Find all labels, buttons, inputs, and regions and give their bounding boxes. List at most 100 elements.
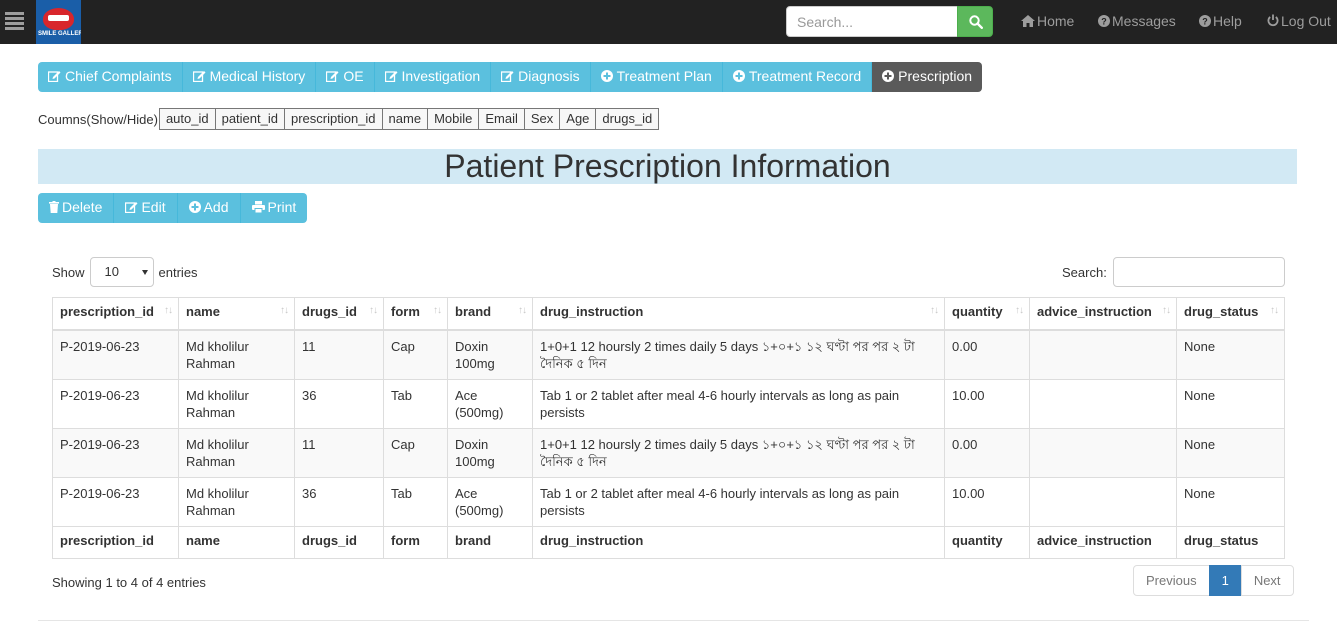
column-header[interactable]: brand ↑↓ xyxy=(447,297,533,331)
sort-icon: ↑↓ xyxy=(930,305,939,316)
toggle-email[interactable]: Email xyxy=(478,108,525,130)
toggle-name[interactable]: name xyxy=(381,108,429,130)
table-search-label: Search: xyxy=(1062,264,1107,280)
column-header[interactable]: name ↑↓ xyxy=(178,297,295,331)
next-page-button[interactable]: Next xyxy=(1240,565,1294,596)
column-header[interactable]: drug_instruction ↑↓ xyxy=(532,297,945,331)
column-footer: name xyxy=(178,525,295,559)
tab-investigation[interactable]: Investigation xyxy=(374,62,492,92)
column-header-label: quantity xyxy=(952,304,1003,319)
column-footer: advice_instruction xyxy=(1029,525,1177,559)
toggle-patient-id[interactable]: patient_id xyxy=(214,108,285,130)
search-button[interactable] xyxy=(957,6,993,37)
table-cell: 11 xyxy=(294,427,384,478)
table-cell: None xyxy=(1176,378,1285,429)
column-header-label: drug_status xyxy=(1184,304,1259,319)
tab-chief-complaints[interactable]: Chief Complaints xyxy=(38,62,183,92)
table-cell: Md kholilur Rahman xyxy=(178,329,295,380)
tab-label: OE xyxy=(343,68,364,84)
table-cell: Tab 1 or 2 tablet after meal 4-6 hourly … xyxy=(532,378,945,429)
table-search-input[interactable] xyxy=(1112,257,1285,287)
table-cell: None xyxy=(1176,476,1285,527)
table-cell: P-2019-06-23 xyxy=(52,329,179,380)
column-header-label: drugs_id xyxy=(302,304,357,319)
sort-icon: ↑↓ xyxy=(1015,305,1024,316)
column-header-label: form xyxy=(391,304,420,319)
table-cell xyxy=(1029,476,1177,527)
menu-list-icon[interactable] xyxy=(5,12,24,32)
search-icon xyxy=(969,15,983,29)
home-icon xyxy=(1021,15,1035,27)
column-header-label: drug_instruction xyxy=(540,304,644,319)
toggle-drugs-id[interactable]: drugs_id xyxy=(595,108,660,130)
tab-prescription[interactable]: Prescription xyxy=(872,62,983,92)
toggle-age[interactable]: Age xyxy=(559,108,597,130)
toggle-sex[interactable]: Sex xyxy=(523,108,561,130)
edit-icon xyxy=(47,71,61,83)
print-icon xyxy=(251,201,265,214)
divider xyxy=(38,620,1309,621)
tab-label: Treatment Plan xyxy=(616,68,712,84)
plus-circle-icon xyxy=(882,70,895,82)
entries-per-page-value: 10 xyxy=(104,264,119,279)
tab-oe[interactable]: OE xyxy=(316,62,375,92)
page-1-button[interactable]: 1 xyxy=(1208,565,1242,596)
table-cell: Doxin 100mg xyxy=(447,329,533,380)
logo-text: SMILE GALLERY xyxy=(38,31,81,37)
nav-logout-link[interactable]: Log Out xyxy=(1267,13,1331,29)
table-cell: 11 xyxy=(294,329,384,380)
table-row[interactable]: P-2019-06-23 Md kholilur Rahman 36 Tab A… xyxy=(52,378,1285,429)
column-footer: prescription_id xyxy=(52,525,179,559)
tab-label: Diagnosis xyxy=(518,68,580,84)
nav-messages-link[interactable]: ? Messages xyxy=(1098,13,1176,29)
table-info: Showing 1 to 4 of 4 entries xyxy=(52,575,206,590)
smile-gallery-logo[interactable]: SMILE GALLERY xyxy=(36,0,81,44)
tab-treatment-plan[interactable]: Treatment Plan xyxy=(590,62,723,92)
table-cell xyxy=(1029,378,1177,429)
tab-medical-history[interactable]: Medical History xyxy=(182,62,317,92)
column-footer: drug_instruction xyxy=(532,525,945,559)
column-header[interactable]: prescription_id ↑↓ xyxy=(52,297,179,331)
tab-label: Investigation xyxy=(401,68,481,84)
tab-diagnosis[interactable]: Diagnosis xyxy=(491,62,591,92)
column-footer: drugs_id xyxy=(294,525,384,559)
table-row[interactable]: P-2019-06-23 Md kholilur Rahman 36 Tab A… xyxy=(52,476,1285,527)
sort-icon: ↑↓ xyxy=(280,305,289,316)
sort-icon: ↑↓ xyxy=(433,305,442,316)
edit-icon xyxy=(125,202,138,214)
entries-per-page-select[interactable]: 10 xyxy=(89,257,154,287)
column-header-label: prescription_id xyxy=(60,304,154,319)
toggle-prescription-id[interactable]: prescription_id xyxy=(283,108,383,130)
nav-help-link[interactable]: ? Help xyxy=(1199,13,1242,29)
table-cell: Ace (500mg) xyxy=(447,476,533,527)
column-header[interactable]: drugs_id ↑↓ xyxy=(294,297,384,331)
previous-page-button[interactable]: Previous xyxy=(1133,565,1210,596)
column-header[interactable]: advice_instruction ↑↓ xyxy=(1029,297,1177,331)
prescription-table: prescription_id ↑↓ name ↑↓ drugs_id ↑↓ form… xyxy=(52,297,1285,559)
column-header[interactable]: drug_status ↑↓ xyxy=(1176,297,1285,331)
table-cell: None xyxy=(1176,427,1285,478)
table-cell: Md kholilur Rahman xyxy=(178,378,295,429)
question-circle-icon: ? xyxy=(1098,15,1110,27)
column-header[interactable]: form ↑↓ xyxy=(383,297,448,331)
print-button[interactable]: Print xyxy=(240,193,308,223)
toggle-mobile[interactable]: Mobile xyxy=(427,108,480,130)
table-cell: 1+0+1 12 hoursly 2 times daily 5 days ১+… xyxy=(532,329,945,380)
add-label: Add xyxy=(203,199,229,215)
edit-button[interactable]: Edit xyxy=(114,193,178,223)
nav-home-label: Home xyxy=(1037,13,1075,29)
table-row[interactable]: P-2019-06-23 Md kholilur Rahman 11 Cap D… xyxy=(52,329,1285,380)
add-button[interactable]: Add xyxy=(177,193,241,223)
tab-treatment-record[interactable]: Treatment Record xyxy=(722,62,873,92)
table-cell: 10.00 xyxy=(944,476,1030,527)
column-header[interactable]: quantity ↑↓ xyxy=(944,297,1030,331)
nav-home-link[interactable]: Home xyxy=(1021,13,1074,29)
search-input[interactable] xyxy=(786,6,958,37)
tab-label: Chief Complaints xyxy=(65,68,172,84)
edit-label: Edit xyxy=(141,199,166,215)
delete-button[interactable]: Delete xyxy=(38,193,115,223)
edit-icon xyxy=(501,71,514,83)
toggle-auto-id[interactable]: auto_id xyxy=(158,108,216,130)
delete-label: Delete xyxy=(62,199,103,215)
table-row[interactable]: P-2019-06-23 Md kholilur Rahman 11 Cap D… xyxy=(52,427,1285,478)
